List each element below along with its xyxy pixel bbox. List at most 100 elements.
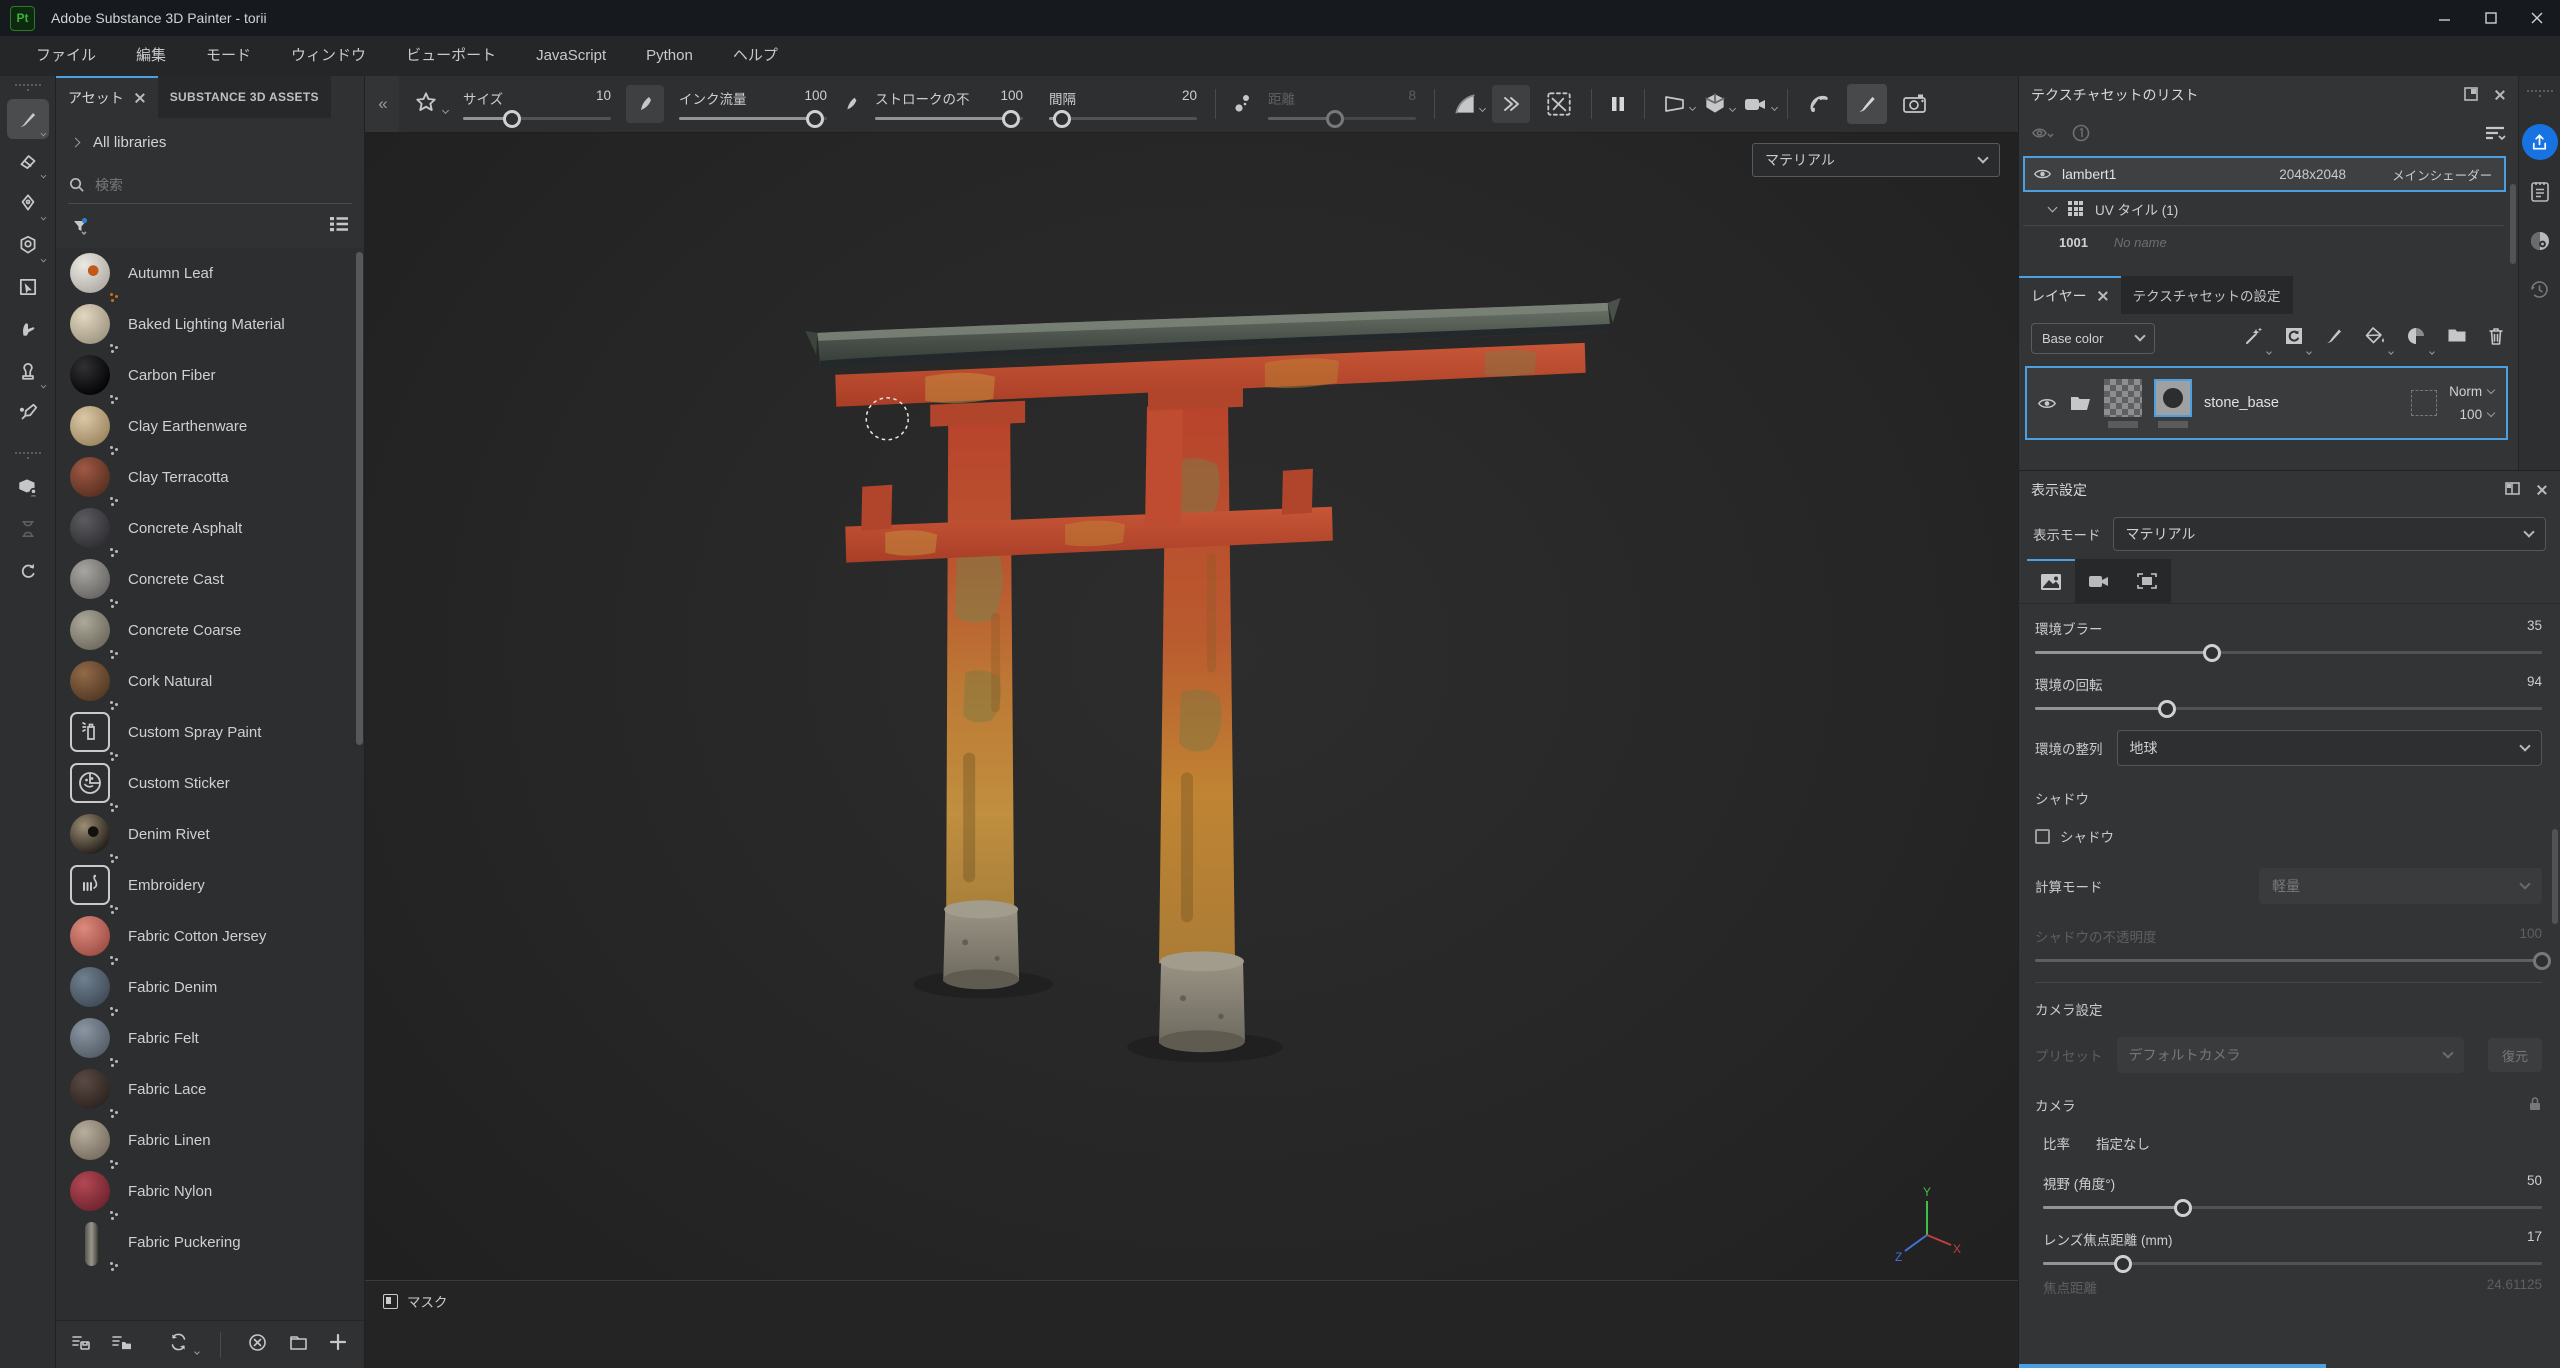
mask-indicator[interactable]: マスク xyxy=(383,1291,448,1311)
stencil-tool[interactable] xyxy=(7,225,49,265)
pen-pressure-opacity-button[interactable] xyxy=(842,95,860,113)
menu-item-7[interactable]: Python xyxy=(626,36,713,76)
minimize-button[interactable] xyxy=(2422,0,2468,36)
fov-slider[interactable] xyxy=(2043,1206,2542,1209)
eraser-tool[interactable] xyxy=(7,141,49,181)
material-item[interactable]: Autumn Leaf xyxy=(56,248,364,299)
material-item[interactable]: Carbon Fiber xyxy=(56,350,364,401)
menu-item-4[interactable]: ウィンドウ xyxy=(271,36,386,76)
polygon-fill-tool[interactable] xyxy=(7,267,49,307)
breadcrumb[interactable]: All libraries xyxy=(56,118,364,166)
texture-set-row[interactable]: lambert1 2048x2048 メインシェーダー xyxy=(2023,156,2506,192)
material-item[interactable]: Custom Spray Paint xyxy=(56,707,364,758)
expand-chevron-icon[interactable] xyxy=(71,137,81,147)
clone-tool[interactable] xyxy=(7,351,49,391)
close-button[interactable] xyxy=(2514,0,2560,36)
uv-tile-row[interactable]: 1001 No name xyxy=(2019,226,2518,258)
maximize-button[interactable] xyxy=(2468,0,2514,36)
close-panel-icon[interactable] xyxy=(2536,484,2548,496)
toolbar-grip-handle[interactable] xyxy=(15,84,41,92)
scatter-icon[interactable] xyxy=(1233,92,1253,116)
history-log-icon[interactable] xyxy=(2528,278,2551,306)
group-folder-icon[interactable] xyxy=(2446,326,2468,350)
material-item[interactable]: Baked Lighting Material xyxy=(56,299,364,350)
layer-anchor-slot[interactable] xyxy=(2411,390,2437,416)
material-item[interactable]: Fabric Puckering xyxy=(56,1217,364,1268)
tab-substance-3d-assets[interactable]: SUBSTANCE 3D ASSETS xyxy=(158,76,331,118)
env-blur-slider[interactable] xyxy=(2035,651,2542,654)
material-item[interactable]: Custom Sticker xyxy=(56,758,364,809)
new-folder-icon[interactable] xyxy=(288,1333,309,1357)
env-align-select[interactable]: 地球 xyxy=(2117,730,2543,766)
clear-resources-icon[interactable] xyxy=(247,1332,268,1358)
search-input[interactable] xyxy=(95,177,295,193)
project-notes-icon[interactable] xyxy=(2529,180,2551,209)
3d-2d-view-icon[interactable] xyxy=(1702,91,1728,117)
pen-pressure-size-button[interactable] xyxy=(626,85,664,123)
perspective-view-icon[interactable] xyxy=(1662,92,1688,116)
layer-opacity-select[interactable]: 100 xyxy=(2460,407,2495,422)
material-item[interactable]: Concrete Cast xyxy=(56,554,364,605)
material-item[interactable]: Clay Earthenware xyxy=(56,401,364,452)
close-tab-icon[interactable] xyxy=(134,92,146,104)
export-material-tool[interactable] xyxy=(7,467,49,507)
paint-mode-button[interactable] xyxy=(1847,84,1887,124)
export-share-button[interactable] xyxy=(2522,124,2558,160)
more-options-button[interactable] xyxy=(1492,85,1530,123)
lazy-mouse-icon[interactable] xyxy=(1544,89,1574,119)
axis-gizmo[interactable]: Y Z X xyxy=(1893,1183,1963,1268)
material-item[interactable]: Denim Rivet xyxy=(56,809,364,860)
fill-layer-icon[interactable] xyxy=(2363,325,2387,352)
material-item[interactable]: Fabric Linen xyxy=(56,1115,364,1166)
material-item[interactable]: Fabric Nylon xyxy=(56,1166,364,1217)
assets-scrollbar[interactable] xyxy=(356,252,363,745)
close-tab-icon[interactable] xyxy=(2097,290,2109,302)
tab-texture-set-settings[interactable]: テクスチャセットの設定 xyxy=(2121,276,2293,314)
screenshot-camera-button[interactable] xyxy=(1901,91,1929,117)
material-item[interactable]: Concrete Coarse xyxy=(56,605,364,656)
reimport-resources-icon[interactable] xyxy=(167,1331,190,1358)
shading-mode-select[interactable]: マテリアル xyxy=(1752,143,2000,177)
material-item[interactable]: Fabric Cotton Jersey xyxy=(56,911,364,962)
smudge-tool[interactable] xyxy=(7,309,49,349)
pause-engine-button[interactable] xyxy=(1609,94,1627,114)
split-panel-icon[interactable] xyxy=(2505,482,2520,498)
material-item[interactable]: Fabric Lace xyxy=(56,1064,364,1115)
move-to-shelf-icon[interactable] xyxy=(111,1332,133,1357)
menu-item-3[interactable]: モード xyxy=(186,36,271,76)
list-sort-icon[interactable] xyxy=(2484,124,2506,147)
layer-visibility-icon[interactable] xyxy=(2037,396,2057,411)
layer-mask-thumbnail[interactable] xyxy=(2154,379,2192,428)
menu-item-8[interactable]: ヘルプ xyxy=(713,36,798,76)
paint-tool[interactable] xyxy=(7,99,49,139)
collapse-toolbar-button[interactable]: « xyxy=(365,76,399,132)
channel-select[interactable]: Base color xyxy=(2031,323,2155,354)
blend-mode-select[interactable]: Norm xyxy=(2449,384,2494,399)
texture-set-scrollbar[interactable] xyxy=(2510,184,2516,264)
layer-content-thumbnail[interactable] xyxy=(2104,379,2142,428)
reload-shaders-icon[interactable] xyxy=(7,551,49,591)
toolbar-grip-handle[interactable] xyxy=(15,452,41,460)
size-slider[interactable] xyxy=(463,117,611,120)
display-settings-scrollbar[interactable] xyxy=(2552,829,2558,924)
restore-camera-button[interactable]: 復元 xyxy=(2488,1038,2542,1072)
delete-layer-icon[interactable] xyxy=(2486,325,2506,352)
projection-tool[interactable] xyxy=(7,183,49,223)
material-item[interactable]: Cork Natural xyxy=(56,656,364,707)
menu-item-6[interactable]: JavaScript xyxy=(516,36,626,76)
menu-item-1[interactable]: ファイル xyxy=(16,36,116,76)
shadow-checkbox[interactable] xyxy=(2035,829,2050,844)
uv-tile-group-row[interactable]: UV タイル (1) xyxy=(2023,192,2504,226)
material-item[interactable]: Fabric Denim xyxy=(56,962,364,1013)
visibility-eye-icon[interactable] xyxy=(2033,167,2052,181)
torii-model[interactable] xyxy=(365,133,2018,1368)
tab-camera-settings[interactable] xyxy=(2075,559,2123,603)
layer-row-stone-base[interactable]: stone_base Norm 100 xyxy=(2025,366,2508,440)
particle-brush-icon[interactable] xyxy=(1805,90,1833,118)
spacing-slider[interactable] xyxy=(1049,117,1197,120)
list-view-icon[interactable] xyxy=(328,214,350,239)
tab-environment-settings[interactable] xyxy=(2027,559,2075,603)
float-panel-icon[interactable] xyxy=(2464,87,2478,104)
material-item[interactable]: Concrete Asphalt xyxy=(56,503,364,554)
smart-material-icon[interactable] xyxy=(2283,325,2305,352)
